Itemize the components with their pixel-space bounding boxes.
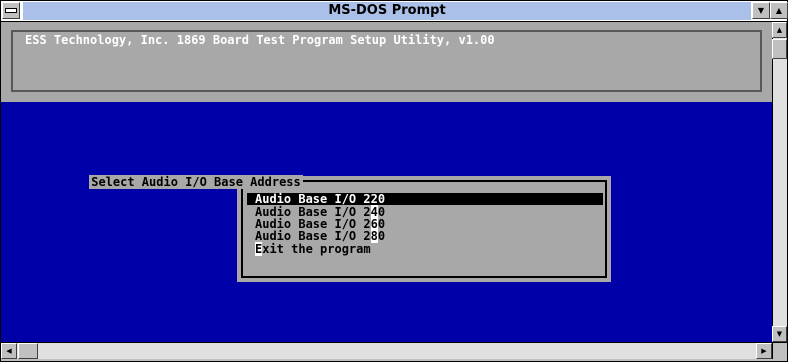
menu-item-exit[interactable]: Exit the program <box>247 242 603 256</box>
menu-item-suffix: 0 <box>377 229 386 243</box>
dialog-title-label: Select Audio I/O Base Address <box>89 175 303 189</box>
program-header-text: ESS Technology, Inc. 1869 Board Test Pro… <box>25 33 495 47</box>
scrollbar-corner <box>772 342 787 359</box>
system-menu-icon <box>5 8 17 13</box>
horizontal-scroll-thumb[interactable] <box>18 343 38 359</box>
minimize-button[interactable]: ▼ <box>752 2 770 19</box>
scroll-down-button[interactable]: ▼ <box>772 326 787 342</box>
menu-item-label: Audio Base I/O 220 <box>255 192 386 206</box>
window-title: MS-DOS Prompt <box>23 2 751 20</box>
vertical-scroll-thumb[interactable] <box>772 39 787 59</box>
menu-item-suffix: xit the program <box>262 242 371 256</box>
scroll-up-button[interactable]: ▲ <box>772 22 787 38</box>
menu-item-280[interactable]: Audio Base I/O 280 <box>247 229 603 243</box>
menu-item-prefix: Audio Base I/O 2 <box>255 229 371 243</box>
scroll-left-button[interactable]: ◀ <box>1 343 17 359</box>
title-bar[interactable]: MS-DOS Prompt ▼ ▲ <box>1 1 788 22</box>
dialog-title: Select Audio I/O Base Address <box>11 175 381 189</box>
scroll-right-button[interactable]: ▶ <box>756 343 772 359</box>
menu-item-220[interactable]: Audio Base I/O 220 <box>247 193 603 205</box>
msdos-window: MS-DOS Prompt ▼ ▲ ESS Technology, Inc. 1… <box>0 0 788 362</box>
horizontal-scrollbar[interactable]: ◀ ▶ <box>1 342 772 359</box>
vertical-scrollbar[interactable]: ▲ ▼ <box>772 22 787 342</box>
maximize-button[interactable]: ▲ <box>770 2 788 19</box>
menu-item-hotkey: 8 <box>370 229 378 243</box>
system-menu-button[interactable] <box>2 2 20 19</box>
